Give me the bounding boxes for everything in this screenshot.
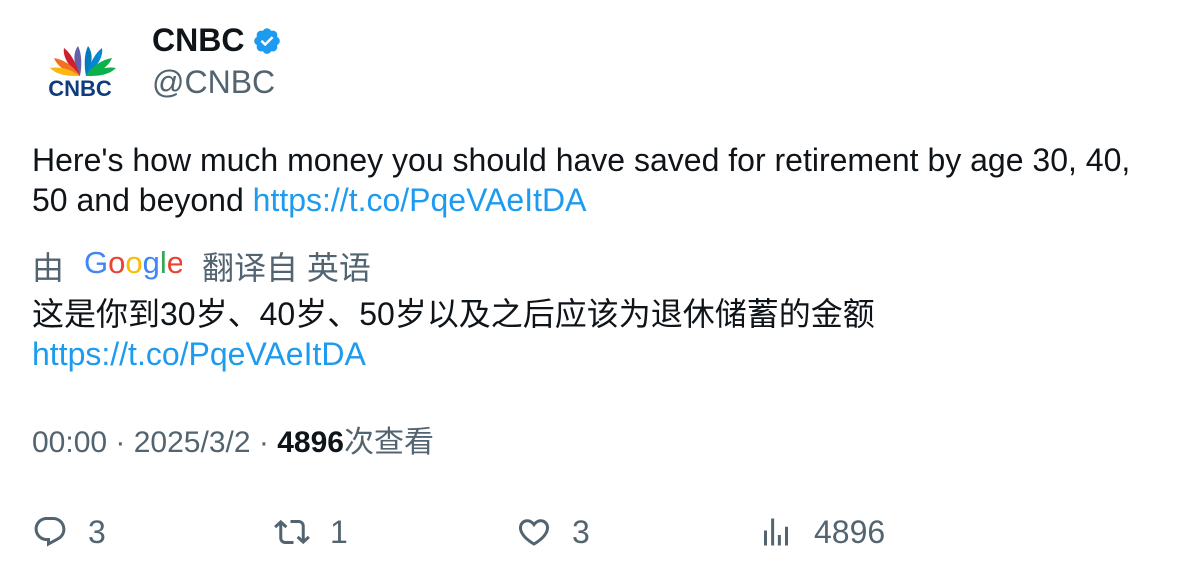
avatar[interactable]: CNBC	[32, 24, 128, 120]
translation-prefix: 由	[32, 249, 65, 286]
views-button[interactable]: 4896	[758, 510, 885, 554]
svg-text:Google: Google	[84, 246, 182, 280]
like-button[interactable]: 3	[516, 510, 590, 554]
translated-body: 这是你到30岁、40岁、50岁以及之后应该为退休储蓄的金额	[32, 296, 875, 332]
tweet-link[interactable]: https://t.co/PqeVAeItDA	[253, 182, 587, 218]
tweet-time[interactable]: 00:00	[32, 426, 107, 459]
reply-button[interactable]: 3	[32, 510, 106, 554]
analytics-icon	[764, 518, 788, 546]
meta-separator: ·	[250, 426, 278, 459]
author-display-name[interactable]: CNBC	[152, 20, 244, 60]
tweet-meta: 00:00 · 2025/3/2 · 4896次查看	[32, 423, 434, 463]
like-count: 3	[572, 514, 590, 550]
translated-link[interactable]: https://t.co/PqeVAeItDA	[32, 334, 1162, 374]
views-label: 次查看	[343, 426, 434, 459]
reply-count: 3	[88, 514, 106, 550]
retweet-icon	[274, 519, 310, 545]
meta-separator: ·	[107, 426, 134, 459]
author-name-row: CNBC	[152, 20, 282, 60]
tweet-date[interactable]: 2025/3/2	[134, 426, 251, 459]
reply-icon	[34, 517, 66, 547]
tweet-text: Here's how much money you should have sa…	[32, 140, 1162, 220]
cnbc-logo-icon: CNBC	[48, 46, 116, 101]
translated-text: 这是你到30岁、40岁、50岁以及之后应该为退休储蓄的金额 https://t.…	[32, 294, 1162, 374]
avatar-logo-text: CNBC	[48, 76, 112, 101]
views-count: 4896	[277, 426, 344, 459]
views-action-count: 4896	[814, 514, 886, 550]
author-handle[interactable]: @CNBC	[152, 62, 275, 102]
retweet-button[interactable]: 1	[274, 510, 348, 554]
action-bar: 3 1 3 4896	[32, 510, 1162, 554]
verified-badge-icon[interactable]	[252, 26, 282, 56]
retweet-count: 1	[330, 514, 348, 550]
translation-suffix[interactable]: 翻译自 英语	[202, 248, 371, 288]
google-logo-icon[interactable]: Google	[84, 245, 184, 289]
translation-attribution: 由 Google 翻译自 英语	[32, 245, 371, 289]
heart-icon	[518, 519, 550, 546]
